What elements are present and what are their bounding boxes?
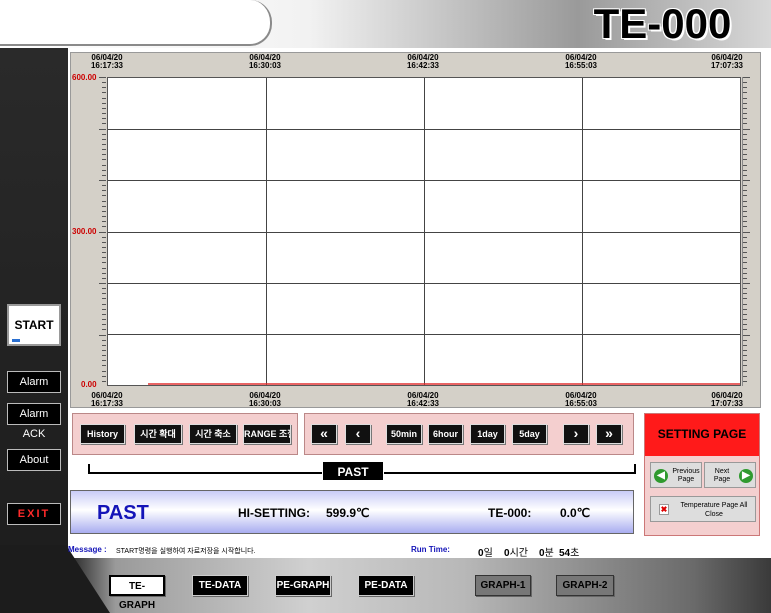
next-page-button[interactable]: Next Page ▶ (704, 462, 756, 488)
range-5day-button[interactable]: 5day (512, 424, 547, 444)
sensor-label: TE-000: (488, 506, 532, 520)
setting-page-button[interactable]: SETTING PAGE (645, 414, 759, 456)
tab-graph-1[interactable]: GRAPH-1 (475, 575, 531, 596)
y-label-mid: 300.00 (72, 227, 97, 236)
tab-te-data[interactable]: TE-DATA (192, 575, 248, 596)
runtime-seconds: 54초 (559, 548, 580, 559)
zoom-out-time-button[interactable]: 시간 축소 (189, 424, 237, 444)
close-all-pages-button[interactable]: ✖ Temperature Page All Close (650, 496, 756, 522)
top-time-label-0: 06/04/20 16:17:33 (90, 53, 124, 70)
app-title: TE-000 (593, 0, 732, 47)
setting-panel: SETTING PAGE ◀ Previous Page Next Page ▶… (644, 413, 760, 536)
runtime-days: 0일 (478, 548, 493, 559)
past-indicator: PAST (322, 461, 384, 481)
mode-label: PAST (97, 502, 149, 524)
arrow-right-icon: ▶ (739, 469, 753, 483)
bottom-time-label-1: 06/04/20 16:30:03 (248, 391, 282, 408)
next-page-label: Next Page (713, 468, 731, 483)
hi-setting-value: 599.9℃ (326, 506, 370, 520)
top-time-label-1: 06/04/20 16:30:03 (248, 53, 282, 70)
runtime-minutes: 0분 (539, 548, 554, 559)
tab-te-graph[interactable]: TE-GRAPH (109, 575, 165, 611)
exit-button[interactable]: EXIT (7, 503, 61, 525)
previous-icon[interactable]: ‹ (345, 424, 371, 444)
about-button[interactable]: About (7, 449, 61, 471)
last-page-icon[interactable]: » (596, 424, 622, 444)
runtime-hours: 0시간 (504, 548, 528, 559)
message-text: START명령을 실행하여 자료저장을 시작합니다. (116, 548, 256, 555)
top-logo-area (0, 0, 272, 46)
y-label-min: 0.00 (81, 380, 97, 389)
bottom-time-label-0: 06/04/20 16:17:33 (90, 391, 124, 408)
hi-setting-label: HI-SETTING: (238, 506, 310, 520)
bottom-time-label-3: 06/04/20 16:55:03 (564, 391, 598, 408)
top-time-label-4: 06/04/20 17:07:33 (710, 53, 744, 70)
right-scrollbar[interactable] (742, 77, 750, 386)
arrow-left-icon: ◀ (654, 469, 668, 483)
previous-page-label: Previous Page (672, 468, 700, 483)
close-all-label: Temperature Page All Close (680, 502, 748, 518)
sensor-value: 0.0℃ (560, 506, 591, 520)
alarm-ack-button[interactable]: Alarm ACK (7, 403, 61, 440)
first-page-icon[interactable]: « (311, 424, 337, 444)
range-50min-button[interactable]: 50min (386, 424, 422, 444)
top-time-label-2: 06/04/20 16:42:33 (406, 53, 440, 70)
y-label-max: 600.00 (72, 73, 97, 82)
alarm-button[interactable]: Alarm (7, 371, 61, 393)
close-document-icon: ✖ (659, 504, 669, 515)
next-icon[interactable]: › (563, 424, 589, 444)
status-bar: PAST HI-SETTING: 599.9℃ TE-000: 0.0℃ (70, 490, 634, 534)
runtime-label: Run Time: (411, 545, 450, 554)
previous-page-button[interactable]: ◀ Previous Page (650, 462, 702, 488)
tab-pe-data[interactable]: PE-DATA (358, 575, 414, 596)
left-ruler (99, 77, 106, 382)
bottom-time-label-4: 06/04/20 17:07:33 (710, 391, 744, 408)
range-1day-button[interactable]: 1day (470, 424, 505, 444)
range-6hour-button[interactable]: 6hour (428, 424, 463, 444)
plot-area (107, 77, 741, 386)
tab-graph-2[interactable]: GRAPH-2 (556, 575, 614, 596)
message-prefix: Message : (68, 545, 107, 554)
bottom-time-label-2: 06/04/20 16:42:33 (406, 391, 440, 408)
tab-pe-graph[interactable]: PE-GRAPH (275, 575, 331, 596)
plot-svg (108, 78, 740, 385)
range-adjust-button[interactable]: RANGE 조절 (243, 424, 291, 444)
zoom-in-time-button[interactable]: 시간 확대 (134, 424, 182, 444)
start-indicator (12, 339, 20, 342)
top-time-label-3: 06/04/20 16:55:03 (564, 53, 598, 70)
history-button[interactable]: History (80, 424, 125, 444)
